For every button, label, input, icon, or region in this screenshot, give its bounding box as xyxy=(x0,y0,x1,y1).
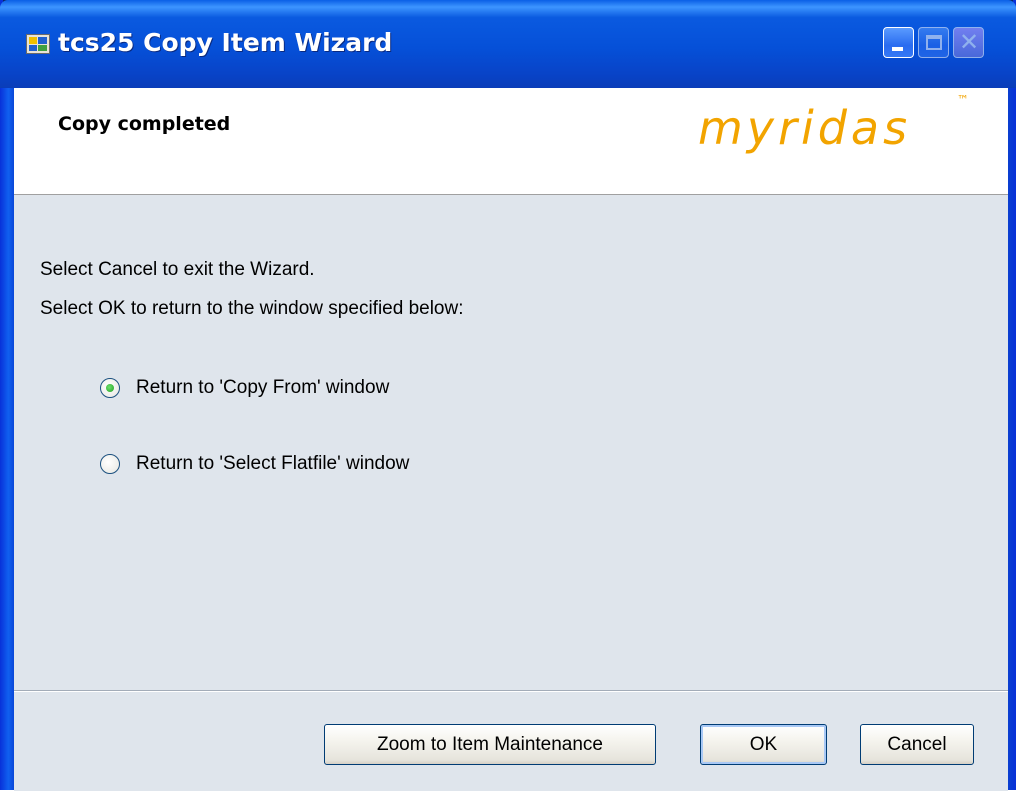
window-title: tcs25 Copy Item Wizard xyxy=(58,28,393,57)
radio-label[interactable]: Return to 'Select Flatfile' window xyxy=(136,453,409,475)
cancel-button[interactable]: Cancel xyxy=(860,724,974,765)
zoom-to-item-maintenance-button[interactable]: Zoom to Item Maintenance xyxy=(324,724,656,765)
radio-option-select-flatfile[interactable]: Return to 'Select Flatfile' window xyxy=(100,451,409,477)
wizard-body: Select Cancel to exit the Wizard. Select… xyxy=(14,195,1008,690)
window-right-border xyxy=(1008,88,1016,790)
page-title: Copy completed xyxy=(58,113,231,135)
app-icon[interactable] xyxy=(26,34,50,54)
wizard-footer: Zoom to Item Maintenance OK Cancel xyxy=(14,690,1008,791)
title-bar[interactable]: tcs25 Copy Item Wizard ✕ xyxy=(0,0,1016,88)
trademark-symbol: ™ xyxy=(957,93,969,107)
maximize-button[interactable] xyxy=(918,27,949,58)
instruction-cancel: Select Cancel to exit the Wizard. xyxy=(40,259,315,280)
radio-button[interactable] xyxy=(100,454,120,474)
instruction-ok: Select OK to return to the window specif… xyxy=(40,298,464,319)
minimize-icon xyxy=(892,47,903,51)
brand-logo: myridas xyxy=(698,101,912,155)
close-button[interactable]: ✕ xyxy=(953,27,984,58)
ok-button[interactable]: OK xyxy=(700,724,827,765)
radio-button-selected[interactable] xyxy=(100,378,120,398)
radio-option-copy-from[interactable]: Return to 'Copy From' window xyxy=(100,375,389,401)
window-left-border xyxy=(0,88,14,790)
wizard-header: Copy completed myridas ™ xyxy=(14,88,1008,195)
maximize-icon xyxy=(926,35,942,50)
radio-selected-dot-icon xyxy=(106,384,114,392)
screen-margin xyxy=(1016,0,1022,790)
radio-label[interactable]: Return to 'Copy From' window xyxy=(136,377,389,399)
close-icon: ✕ xyxy=(958,28,980,56)
minimize-button[interactable] xyxy=(883,27,914,58)
